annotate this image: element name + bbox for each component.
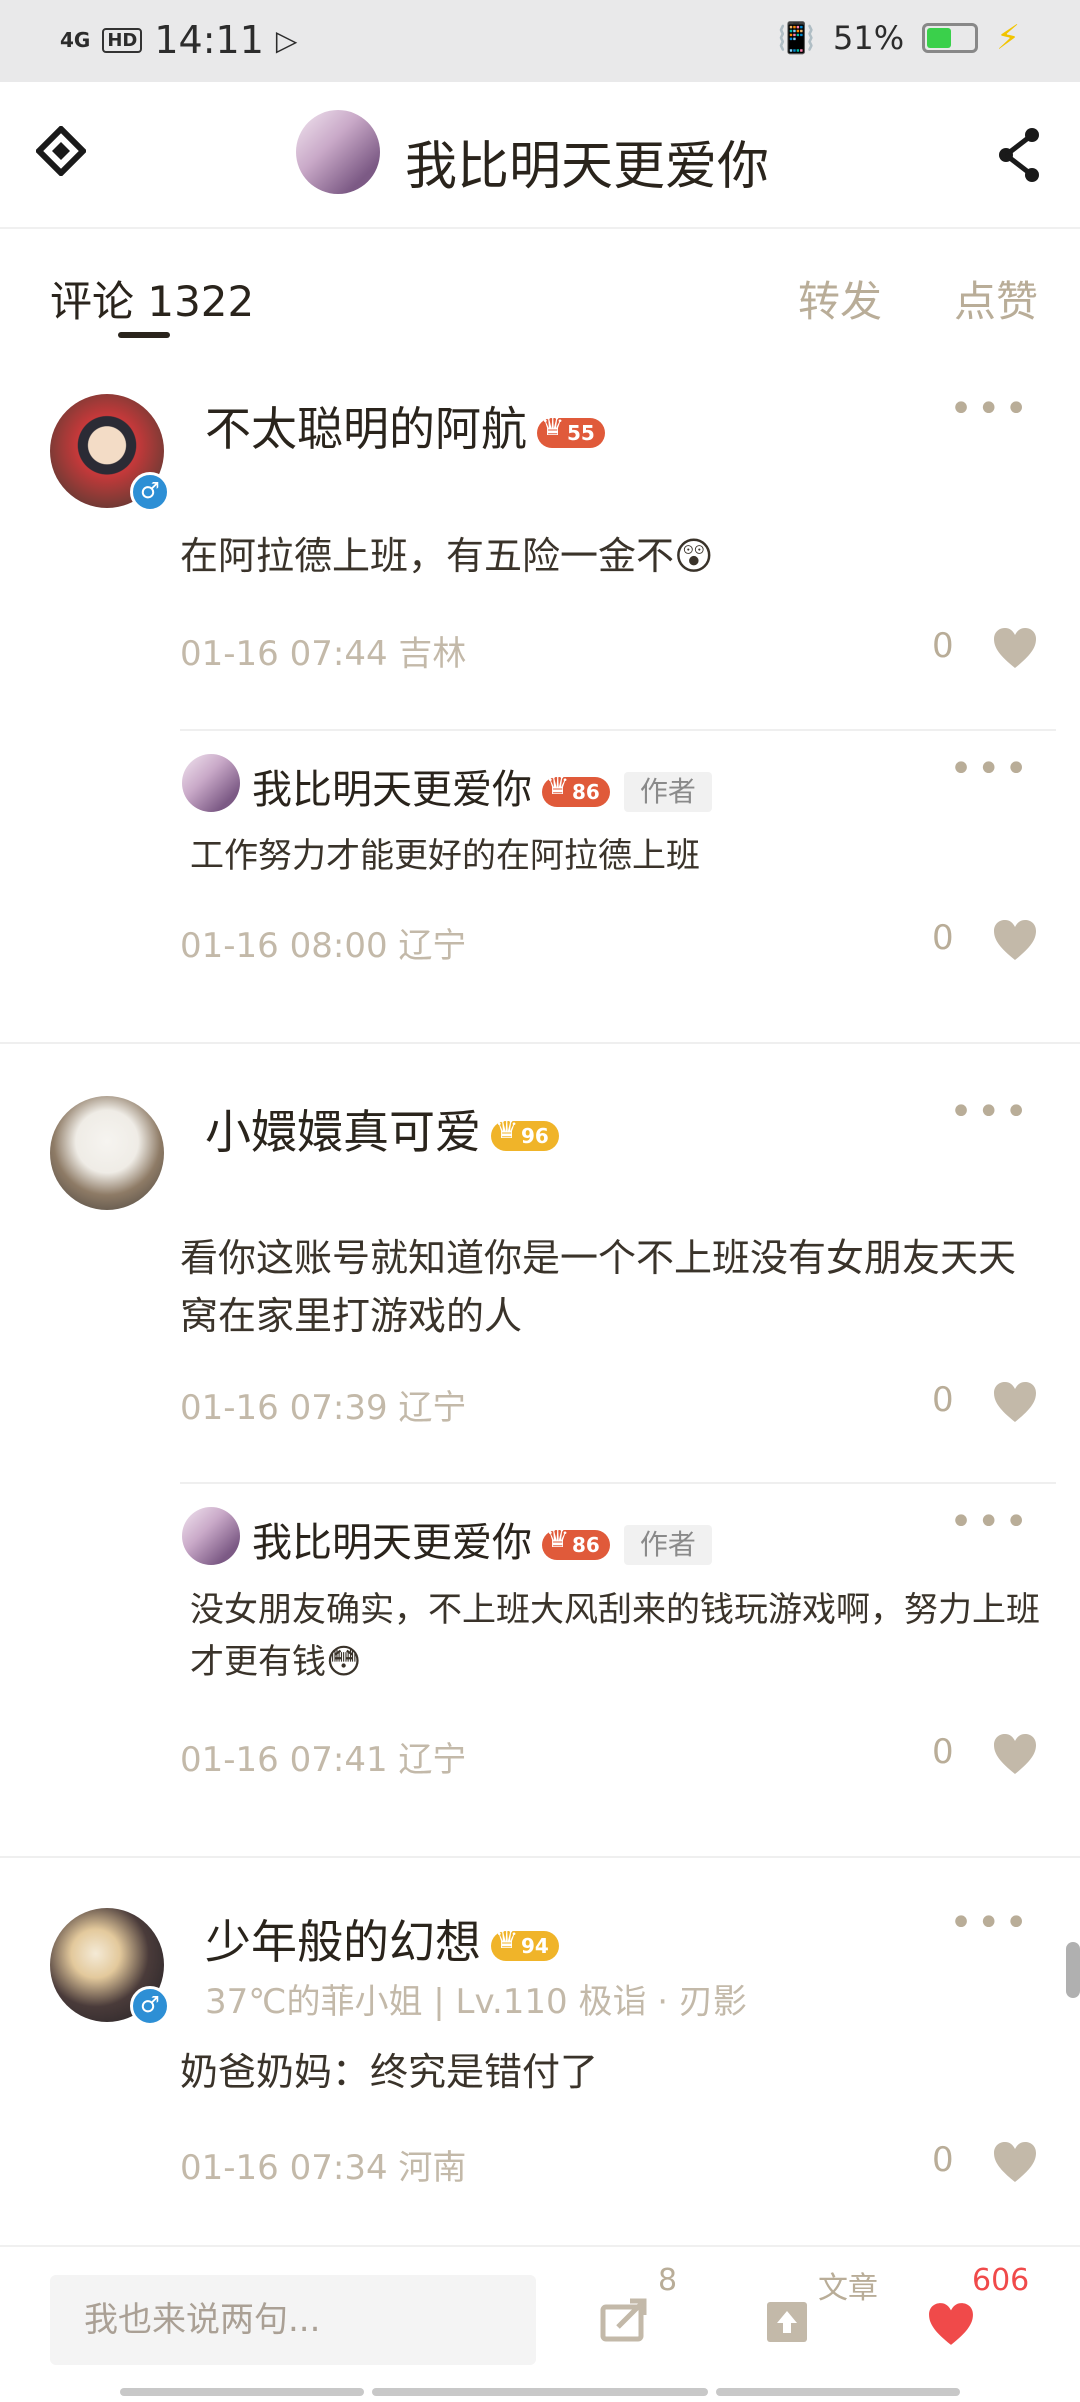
like-heart-icon[interactable] [992, 918, 1038, 962]
share-count: 8 [658, 2263, 678, 2298]
reply-meta: 01-16 07:41 辽宁 [180, 1740, 467, 1780]
comment-text: 看你这账号就知道你是一个不上班没有女朋友天天窝在家里打游戏的人 [180, 1236, 1017, 1338]
reply-avatar[interactable] [182, 754, 240, 812]
more-options-icon[interactable]: ••• [949, 746, 1032, 792]
active-tab-indicator [118, 332, 170, 338]
top-bar: 我比明天更爱你 [0, 82, 1080, 229]
tab-bar: 评论 1322 转发 点赞 [0, 228, 1080, 338]
back-icon[interactable] [36, 126, 86, 176]
like-count: 0 [932, 626, 954, 666]
like-heart-icon[interactable] [992, 2140, 1038, 2184]
hd-indicator: HD [102, 27, 143, 53]
battery-percent: 51% [833, 19, 905, 57]
gesture-bar [716, 2388, 960, 2396]
like-count: 0 [932, 1732, 954, 1772]
like-count: 0 [932, 2140, 954, 2180]
level-badge: 96 [491, 1115, 559, 1151]
reply-username[interactable]: 我比明天更爱你86作者 [252, 757, 712, 815]
article-icon[interactable] [764, 2299, 814, 2345]
gesture-bar [120, 2388, 364, 2396]
comment-text: 奶爸奶妈：终究是错付了 [180, 2050, 599, 2094]
tab-comments[interactable]: 评论 1322 [50, 268, 254, 329]
more-options-icon[interactable]: ••• [949, 386, 1032, 432]
network-type: 4G [60, 28, 91, 52]
like-count: 0 [932, 1380, 954, 1420]
like-heart-icon[interactable] [992, 1732, 1038, 1776]
like-heart-icon[interactable] [926, 2301, 976, 2347]
like-count: 606 [972, 2263, 1030, 2298]
male-icon: ♂ [130, 1986, 170, 2026]
comment-input[interactable]: 我也来说两句... [50, 2275, 536, 2365]
comment-username[interactable]: 小嬛嬛真可爱96 [205, 1096, 559, 1162]
battery-icon [922, 23, 979, 53]
comment-username[interactable]: 不太聪明的阿航55 [205, 393, 605, 459]
charging-icon: ⚡ [996, 18, 1020, 58]
reply-username[interactable]: 我比明天更爱你86作者 [252, 1510, 712, 1568]
tab-likes[interactable]: 点赞 [954, 268, 1038, 329]
comment-text: 在阿拉德上班，有五险一金不😲 [180, 534, 714, 578]
share-icon[interactable] [994, 126, 1044, 184]
bottom-bar: 我也来说两句... 8 文章 606 [0, 2245, 1080, 2402]
section-divider [0, 1856, 1080, 1858]
page-title: 我比明天更爱你 [405, 137, 770, 197]
reply-text: 工作努力才能更好的在阿拉德上班 [190, 836, 700, 876]
more-options-icon[interactable]: ••• [949, 1499, 1032, 1545]
article-label: 文章 [818, 2271, 878, 2306]
avatar[interactable] [50, 1096, 164, 1210]
clock: 14:11 [154, 18, 264, 62]
like-heart-icon[interactable] [992, 1380, 1038, 1424]
more-options-icon[interactable]: ••• [949, 1089, 1032, 1135]
tab-forwards[interactable]: 转发 [798, 268, 882, 329]
share-out-icon[interactable] [600, 2297, 650, 2343]
author-avatar[interactable] [296, 110, 380, 194]
author-tag: 作者 [623, 1525, 712, 1565]
level-badge: 86 [542, 1524, 610, 1560]
author-tag: 作者 [623, 772, 712, 812]
comment-meta: 01-16 07:39 辽宁 [180, 1388, 467, 1428]
level-badge: 94 [491, 1925, 559, 1961]
status-bar: 4G HD 14:11 ▷ 📳 51% ⚡ [0, 0, 1080, 82]
vibrate-icon: 📳 [777, 20, 815, 56]
like-heart-icon[interactable] [992, 626, 1038, 670]
level-badge: 86 [542, 771, 610, 807]
game-character-info: 37℃的菲小姐 | Lv.110 极诣 · 刃影 [205, 1982, 747, 2022]
comment-meta: 01-16 07:34 河南 [180, 2148, 467, 2188]
comment-username[interactable]: 少年般的幻想94 [205, 1906, 559, 1972]
scrollbar[interactable] [1066, 1942, 1080, 1998]
reply-meta: 01-16 08:00 辽宁 [180, 926, 467, 966]
like-count: 0 [932, 918, 954, 958]
level-badge: 55 [537, 412, 605, 448]
comment-meta: 01-16 07:44 吉林 [180, 634, 467, 674]
more-options-icon[interactable]: ••• [949, 1900, 1032, 1946]
divider [180, 729, 1056, 731]
gesture-bar [372, 2388, 708, 2396]
male-icon: ♂ [130, 472, 170, 512]
reply-text: 没女朋友确实，不上班大风刮来的钱玩游戏啊，努力上班才更有钱😳 [190, 1590, 1040, 1682]
reply-avatar[interactable] [182, 1507, 240, 1565]
divider [180, 1482, 1056, 1484]
section-divider [0, 1042, 1080, 1044]
play-icon: ▷ [275, 23, 298, 57]
